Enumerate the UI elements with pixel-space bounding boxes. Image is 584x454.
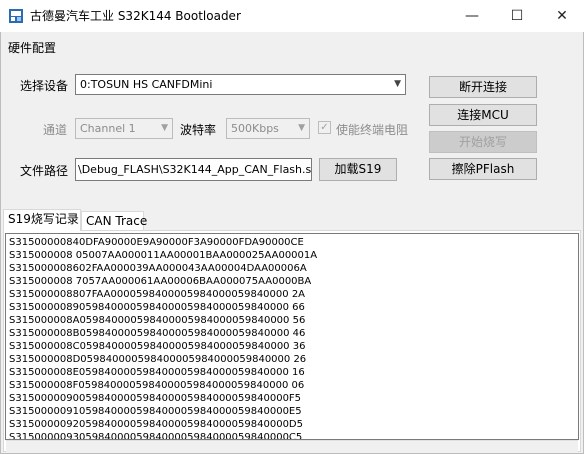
s19-log-textbox[interactable]: S31500000840DFA90000E9A90000F3A90000FDA9… <box>5 233 579 440</box>
maximize-button[interactable]: ☐ <box>495 0 539 32</box>
log-line: S315000008B05984000059840000598400005984… <box>9 328 306 339</box>
device-select[interactable]: 0:TOSUN HS CANFDMini ▼ <box>75 74 406 95</box>
app-icon <box>9 9 23 23</box>
log-line: S315000008807FAA000059840000598400005984… <box>9 289 306 300</box>
chevron-down-icon: ▼ <box>394 79 401 89</box>
start-burn-button[interactable]: 开始烧写 <box>429 131 537 153</box>
log-line: S315000009105984000059840000598400005984… <box>9 406 302 417</box>
log-line: S315000008E05984000059840000598400005984… <box>9 367 305 378</box>
load-s19-button[interactable]: 加载S19 <box>319 158 397 181</box>
log-line: S315000008D05984000059840000598400005984… <box>9 354 307 365</box>
log-line: S315000008F05984000059840000598400005984… <box>9 380 305 391</box>
chevron-down-icon: ▼ <box>298 123 305 133</box>
minimize-button[interactable]: — <box>450 0 494 32</box>
channel-select[interactable]: Channel 1 ▼ <box>75 118 173 139</box>
check-icon: ✓ <box>320 122 329 133</box>
window-title: 古德曼汽车工业 S32K144 Bootloader <box>30 9 241 23</box>
disconnect-button[interactable]: 断开连接 <box>429 76 537 98</box>
close-icon: ✕ <box>556 8 568 24</box>
channel-label: 通道 <box>43 123 68 137</box>
log-line: S31500000840DFA90000E9A90000F3A90000FDA9… <box>9 237 304 248</box>
log-line: S315000009205984000059840000598400005984… <box>9 419 303 430</box>
log-line: S315000008 05007AA000011AA00001BAA000025… <box>9 250 318 261</box>
baud-select[interactable]: 500Kbps ▼ <box>226 118 310 139</box>
chevron-down-icon: ▼ <box>161 123 168 133</box>
log-line: S315000009305984000059840000598400005984… <box>9 432 303 440</box>
log-line: S315000008A05984000059840000598400005984… <box>9 315 306 326</box>
tab-can-trace[interactable]: CAN Trace <box>81 211 147 230</box>
log-line: S315000008602FAA000039AA000043AA00004DAA… <box>9 263 307 274</box>
log-line: S315000008905984000059840000598400005984… <box>9 302 305 313</box>
erase-pflash-button[interactable]: 擦除PFlash <box>429 158 537 180</box>
connect-mcu-button[interactable]: 连接MCU <box>429 104 537 126</box>
file-path-label: 文件路径 <box>20 164 69 178</box>
baud-label: 波特率 <box>180 123 217 137</box>
log-line: S315000009005984000059840000598400005984… <box>9 393 302 404</box>
maximize-icon: ☐ <box>510 8 524 24</box>
terminate-resistor-checkbox[interactable]: ✓ <box>318 121 331 134</box>
hardware-config-group-label: 硬件配置 <box>8 41 57 55</box>
terminate-resistor-label: 使能终端电阻 <box>336 123 409 137</box>
file-path-input[interactable]: \Debug_FLASH\S32K144_App_CAN_Flash.srec <box>75 158 312 181</box>
device-label: 选择设备 <box>20 79 69 93</box>
baud-select-value: 500Kbps <box>231 122 279 135</box>
channel-select-value: Channel 1 <box>80 122 136 135</box>
device-select-value: 0:TOSUN HS CANFDMini <box>80 78 213 91</box>
minimize-icon: — <box>465 8 479 24</box>
tab-s19-log[interactable]: S19烧写记录 <box>3 209 81 231</box>
close-button[interactable]: ✕ <box>540 0 584 32</box>
horizontal-scrollbar[interactable] <box>6 440 578 452</box>
log-line: S315000008 7057AA000061AA00006BAA000075A… <box>9 276 312 287</box>
log-line: S315000008C05984000059840000598400005984… <box>9 341 306 352</box>
